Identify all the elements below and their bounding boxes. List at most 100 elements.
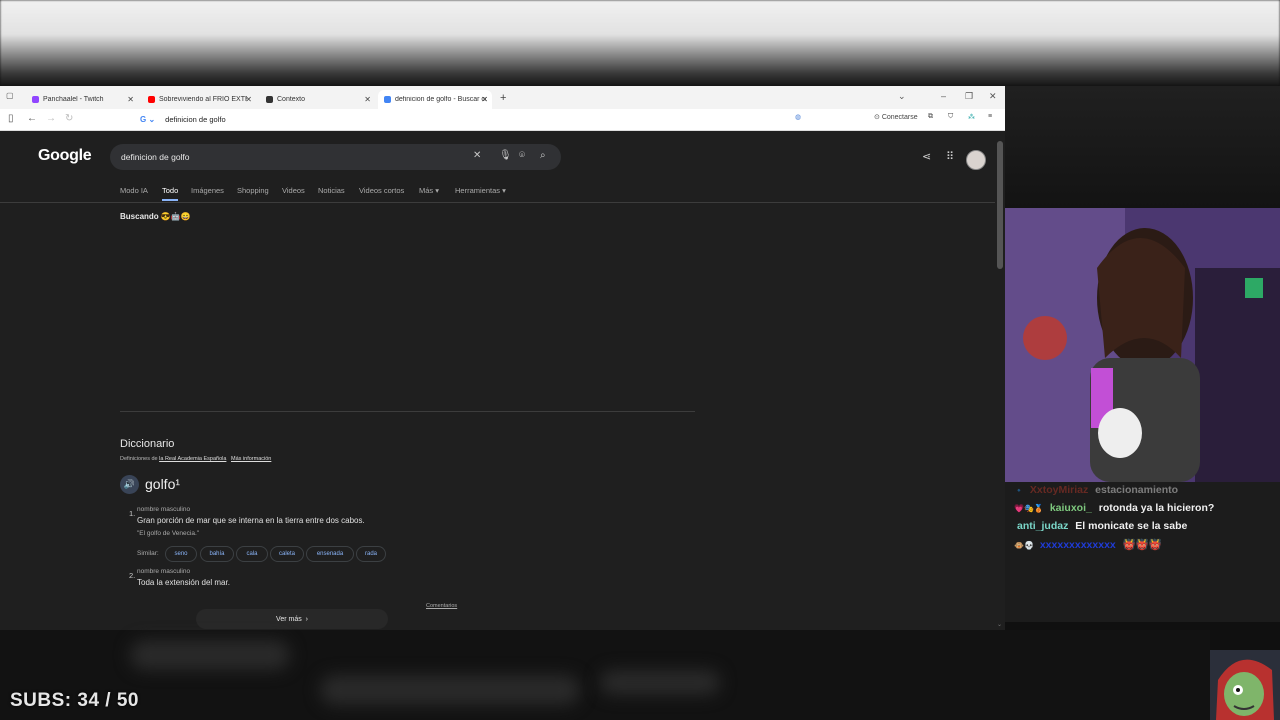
tab-videos-cortos[interactable]: Videos cortos: [359, 186, 404, 195]
tab-mas[interactable]: Más ▾: [419, 186, 439, 195]
close-tab-icon[interactable]: ✕: [364, 95, 371, 104]
tab-twitch[interactable]: Panchaalel - Twitch ✕: [26, 90, 138, 109]
avatar[interactable]: [966, 150, 986, 170]
sense-number: 1.: [129, 509, 136, 518]
google-logo[interactable]: Google: [38, 147, 92, 165]
chat-text: El monicate se la sabe: [1075, 520, 1188, 532]
shield-icon[interactable]: ⛉: [948, 113, 953, 121]
blurred-background-top: [0, 0, 1280, 86]
subs-counter: SUBS: 34 / 50: [10, 690, 139, 711]
tab-imagenes[interactable]: Imágenes: [191, 186, 224, 195]
definition-text: Toda la extensión del mar.: [137, 578, 230, 587]
chat-badges: 💗🎭🥉: [1014, 504, 1044, 513]
zombie-icon: [1210, 650, 1280, 720]
reload-icon[interactable]: ↻: [65, 113, 73, 124]
browser-toolbar: ▯ ← → ↻ G ⌄ definicion de golfo ◍ ⊙ Cone…: [0, 109, 1005, 131]
scroll-down-icon[interactable]: ⌄: [997, 621, 1002, 628]
sidebar-icon[interactable]: ▯: [8, 113, 14, 124]
new-tab-button[interactable]: +: [500, 92, 506, 104]
see-more-button[interactable]: Ver más ›: [196, 609, 388, 629]
chat-username: xxxxxxxxxxxxx: [1039, 539, 1116, 551]
restore-icon[interactable]: ❐: [965, 91, 973, 102]
tab-google-search[interactable]: definicion de golfo - Buscar co ✕: [378, 90, 492, 109]
address-text: definicion de golfo: [165, 115, 226, 124]
definition-text: Gran porción de mar que se interna en la…: [137, 516, 365, 525]
tab-actions-icon[interactable]: ▢: [6, 91, 14, 100]
microphone-icon[interactable]: 🎙: [499, 150, 512, 161]
dictionary-source: Definiciones de la Real Academia Español…: [120, 456, 271, 462]
connect-button[interactable]: ⊙ Conectarse: [874, 113, 918, 121]
google-favicon-icon: [384, 96, 391, 103]
tab-title: definicion de golfo - Buscar co: [395, 96, 487, 103]
apps-grid-icon[interactable]: ⠿: [946, 150, 954, 163]
sense-number: 2.: [129, 571, 136, 580]
similar-chip[interactable]: ensenada: [306, 546, 354, 562]
webcam-overlay: [1005, 208, 1280, 482]
tab-noticias[interactable]: Noticias: [318, 186, 345, 195]
tab-youtube[interactable]: Sobreviviendo al FRÍO EXTREM ✕: [142, 90, 256, 109]
close-window-icon[interactable]: ✕: [989, 91, 997, 102]
section-divider: [120, 411, 695, 412]
tab-modo-ia[interactable]: Modo IA: [120, 186, 148, 195]
chat-text: estacionamiento: [1095, 484, 1179, 496]
blurred-background-bottom: [0, 630, 1210, 720]
comments-link[interactable]: Comentarios: [426, 603, 457, 609]
google-results-page: Google definicion de golfo ✕ 🎙 ⌾ ⌕ ⋖ ⠿ M…: [0, 131, 995, 630]
tab-contexto[interactable]: Contexto ✕: [260, 90, 375, 109]
youtube-favicon-icon: [148, 96, 155, 103]
search-icon[interactable]: ⌕: [540, 150, 546, 161]
tab-herramientas[interactable]: Herramientas ▾: [455, 186, 506, 195]
dictionary-title: Diccionario: [120, 438, 175, 450]
tab-title: Panchaalel - Twitch: [43, 96, 104, 103]
dictionary-word: golfo¹: [145, 476, 181, 492]
tab-list-icon[interactable]: ⌄: [898, 91, 906, 102]
speaker-icon[interactable]: 🔊: [120, 475, 139, 494]
tabs-divider: [0, 202, 995, 203]
source-prefix: Definiciones de: [120, 456, 160, 462]
back-icon[interactable]: ←: [27, 113, 37, 124]
similar-chip[interactable]: rada: [356, 546, 386, 562]
vpn-icon[interactable]: ⁂: [968, 113, 975, 121]
scrollbar-thumb[interactable]: [997, 141, 1003, 269]
chat-message: anti_judaz El monicate se la sabe: [1014, 520, 1187, 532]
part-of-speech: nombre masculino: [137, 568, 191, 575]
chat-message: 🐵💀 xxxxxxxxxxxxx 👹👹👹: [1014, 538, 1162, 551]
similar-chip[interactable]: cala: [236, 546, 268, 562]
page-scrollbar[interactable]: ⌄: [996, 131, 1005, 630]
blur-smear: [320, 675, 580, 705]
blur-smear: [130, 640, 290, 670]
similar-label: Similar:: [137, 550, 159, 557]
tab-shopping[interactable]: Shopping: [237, 186, 269, 195]
menu-icon[interactable]: ≡: [988, 113, 992, 120]
similar-chip[interactable]: seno: [165, 546, 197, 562]
more-info-link[interactable]: Más información: [231, 456, 271, 462]
similar-chip[interactable]: caleta: [270, 546, 304, 562]
forward-icon[interactable]: →: [46, 113, 56, 124]
tab-videos[interactable]: Videos: [282, 186, 305, 195]
connect-label: Conectarse: [881, 114, 918, 121]
camera-search-icon[interactable]: ⌾: [519, 150, 525, 161]
blur-smear: [600, 670, 720, 695]
chat-message: 🔹 XxtoyMiriaz estacionamiento: [1014, 484, 1178, 496]
rae-link[interactable]: la Real Academia Española: [159, 456, 226, 462]
tab-todo[interactable]: Todo: [162, 186, 179, 201]
chat-message: 💗🎭🥉 kaiuxoi_ rotonda ya la hicieron?: [1014, 502, 1214, 514]
translate-icon[interactable]: ◍: [795, 113, 801, 121]
minimize-icon[interactable]: –: [941, 91, 946, 101]
part-of-speech: nombre masculino: [137, 506, 191, 513]
tab-title: Contexto: [277, 96, 306, 103]
blurred-background-right: [1005, 86, 1280, 208]
tab-title: Sobreviviendo al FRÍO EXTREM: [159, 96, 247, 103]
clear-icon[interactable]: ✕: [473, 150, 481, 161]
close-tab-icon[interactable]: ✕: [245, 95, 252, 104]
close-tab-icon[interactable]: ✕: [127, 95, 134, 104]
example-text: "El golfo de Venecia.": [137, 530, 200, 537]
share-icon[interactable]: ⋖: [922, 150, 931, 163]
chat-badges: 🐵💀: [1014, 541, 1034, 550]
close-tab-icon[interactable]: ✕: [481, 95, 488, 104]
chat-badges: 🔹: [1014, 486, 1024, 495]
similar-chip[interactable]: bahía: [200, 546, 234, 562]
extensions-icon[interactable]: ⧉: [928, 113, 933, 121]
address-bar[interactable]: G ⌄ definicion de golfo: [140, 112, 810, 127]
search-input[interactable]: definicion de golfo ✕ 🎙 ⌾ ⌕: [110, 144, 561, 170]
